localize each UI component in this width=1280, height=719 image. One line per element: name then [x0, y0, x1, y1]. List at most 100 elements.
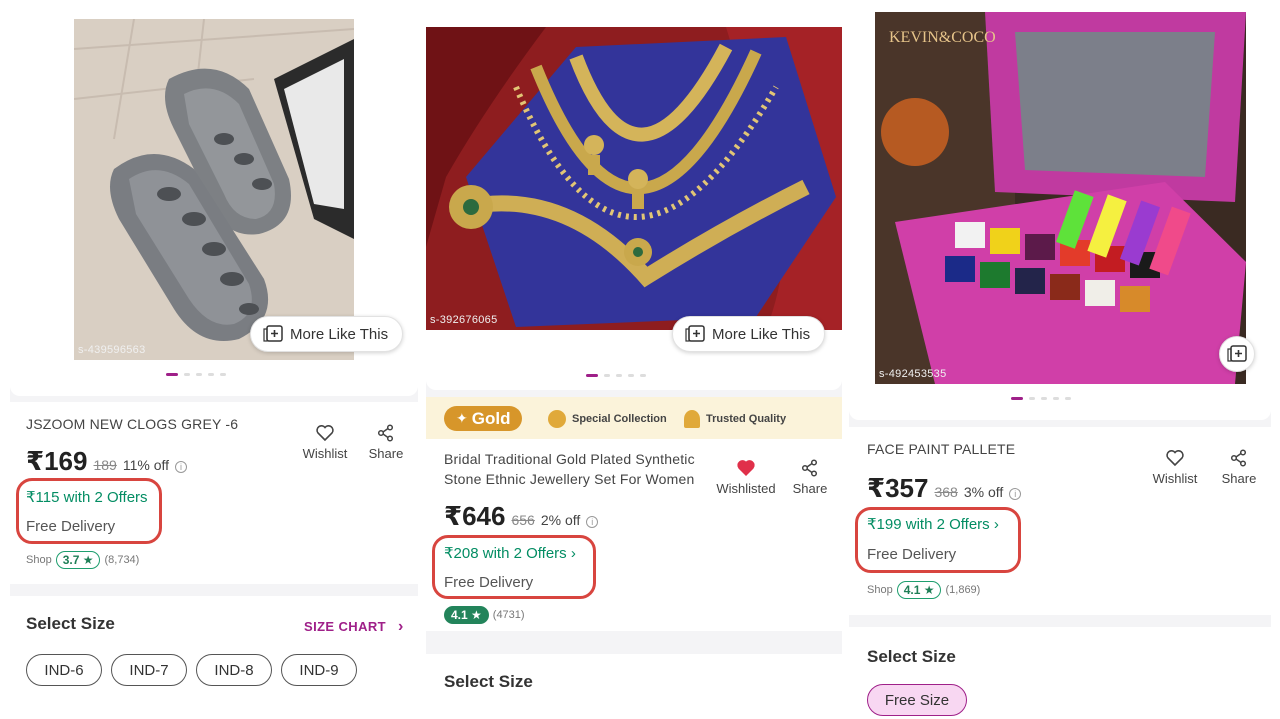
highlight-circle [855, 507, 1021, 573]
review-count: (4731) [492, 609, 525, 621]
shop-label: Shop [26, 554, 52, 566]
gold-strip: ✦ Gold Special Collection Trusted Qualit… [426, 397, 842, 439]
mrp: 656 [511, 512, 535, 528]
product-info: JSZOOM NEW CLOGS GREY -6 ₹169 189 11% of… [10, 402, 418, 584]
product-image[interactable]: s-392676065 [426, 27, 842, 330]
product-title: JSZOOM NEW CLOGS GREY -6 [26, 416, 239, 432]
product-image-card: KEVIN&COCO s-492453535 [849, 0, 1271, 420]
size-section: Select Size SIZE CHART › IND-6 IND-7 IND… [10, 596, 418, 719]
special-collection: Special Collection [548, 410, 667, 428]
heart-filled-icon [737, 460, 755, 476]
price: ₹646 [444, 501, 506, 531]
highlight-circle [16, 478, 162, 544]
info-icon[interactable]: i [1009, 488, 1022, 500]
share-label: Share [792, 481, 828, 496]
wishlist-button[interactable]: Wishlist [300, 424, 350, 461]
product-image-card: s-392676065 More Like This [426, 0, 842, 390]
gold-label: Gold [471, 408, 511, 428]
more-like-icon [1227, 345, 1247, 362]
rating-badge: 3.7 ★ [55, 551, 101, 569]
share-icon [377, 424, 394, 442]
more-like-this-button[interactable]: More Like This [672, 316, 826, 352]
mrp: 189 [93, 457, 117, 473]
hand-badge-icon [548, 410, 566, 428]
special-collection-label: Special Collection [572, 413, 667, 425]
carousel-dots [1011, 397, 1071, 400]
medal-icon [684, 410, 700, 428]
info-icon[interactable]: i [175, 461, 188, 473]
discount: 3% off [963, 484, 1004, 500]
price-row: ₹169 189 11% off i [26, 446, 188, 477]
trusted-quality: Trusted Quality [684, 410, 786, 428]
size-section: Select Size Free Size [849, 627, 1271, 719]
highlight-circle [432, 535, 596, 599]
product-image[interactable]: s-439596563 [74, 19, 354, 360]
trusted-quality-label: Trusted Quality [706, 413, 787, 425]
carousel-dots [586, 374, 646, 377]
size-section: Select Size [426, 654, 842, 719]
product-info: FACE PAINT PALLETE ₹357 368 3% off i ₹19… [849, 427, 1271, 615]
size-chip-free-size[interactable]: Free Size [867, 684, 967, 716]
carousel-dots [166, 373, 226, 376]
rating-badge: 4.1 ★ [896, 581, 942, 599]
sku-code: s-492453535 [879, 368, 947, 380]
product-title: Bridal Traditional Gold Plated Synthetic… [444, 449, 695, 489]
heart-outline-icon [1166, 450, 1184, 467]
share-icon [1230, 449, 1247, 467]
price: ₹357 [867, 473, 929, 503]
more-like-icon [685, 325, 705, 343]
product-image[interactable]: KEVIN&COCO s-492453535 [875, 12, 1246, 384]
select-size-heading: Select Size [444, 672, 533, 691]
share-button[interactable]: Share [364, 424, 408, 461]
info-icon[interactable]: i [586, 516, 599, 528]
product-info: Bridal Traditional Gold Plated Synthetic… [426, 439, 842, 631]
share-label: Share [1221, 471, 1257, 486]
price-row: ₹646 656 2% off i [444, 501, 599, 532]
share-button[interactable]: Share [1217, 449, 1261, 486]
chevron-right-icon: › [398, 618, 404, 635]
rating-badge: 4.1 ★ [444, 606, 489, 624]
sku-code: s-392676065 [430, 314, 498, 326]
shop-label: Shop [867, 584, 893, 596]
wishlist-button[interactable]: Wishlist [1149, 449, 1201, 486]
star-sparkle-icon: ✦ [456, 410, 468, 426]
sku-code: s-439596563 [78, 344, 146, 356]
wishlist-button[interactable]: Wishlisted [710, 459, 782, 496]
price-row: ₹357 368 3% off i [867, 473, 1022, 504]
size-chart-label: SIZE CHART [304, 619, 386, 634]
select-size-heading: Select Size [867, 647, 956, 666]
wishlist-label: Wishlist [302, 446, 348, 461]
share-label: Share [368, 446, 404, 461]
size-chip-ind-8[interactable]: IND-8 [196, 654, 272, 686]
product-panel-jewellery: s-392676065 More Like This ✦ Gold Specia… [426, 0, 842, 719]
brand-overlay-text: KEVIN&COCO [889, 29, 996, 46]
share-icon [801, 459, 818, 477]
review-count: (8,734) [104, 554, 140, 566]
more-like-this-label: More Like This [712, 325, 811, 343]
discount: 2% off [540, 512, 581, 528]
wishlist-label: Wishlist [1152, 471, 1198, 486]
more-like-this-button[interactable]: More Like This [250, 316, 404, 352]
size-chip-ind-6[interactable]: IND-6 [26, 654, 102, 686]
product-title: FACE PAINT PALLETE [867, 441, 1016, 457]
price: ₹169 [26, 446, 88, 476]
size-chip-ind-9[interactable]: IND-9 [281, 654, 357, 686]
product-title-line-2: Stone Ethnic Jewellery Set For Women [444, 471, 695, 487]
product-image-card: s-439596563 More Like This [10, 0, 418, 396]
more-like-this-label: More Like This [290, 325, 389, 343]
product-title-line-1: Bridal Traditional Gold Plated Synthetic [444, 451, 695, 467]
review-count: (1,869) [945, 584, 981, 596]
heart-outline-icon [316, 425, 334, 442]
mrp: 368 [934, 484, 958, 500]
size-chip-ind-7[interactable]: IND-7 [111, 654, 187, 686]
size-chart-link[interactable]: SIZE CHART › [304, 618, 404, 636]
gold-badge[interactable]: ✦ Gold [444, 406, 523, 431]
discount: 11% off [122, 457, 170, 473]
share-button[interactable]: Share [788, 459, 832, 496]
rating-row: 4.1 ★ (4731) [444, 606, 525, 624]
more-like-icon [263, 325, 283, 343]
wishlisted-label: Wishlisted [716, 481, 776, 496]
rating-row: Shop 4.1 ★ (1,869) [867, 581, 980, 599]
more-like-this-button[interactable] [1219, 336, 1255, 372]
product-panel-face-paint: KEVIN&COCO s-492453535 FACE PAINT PALLET… [849, 0, 1271, 719]
